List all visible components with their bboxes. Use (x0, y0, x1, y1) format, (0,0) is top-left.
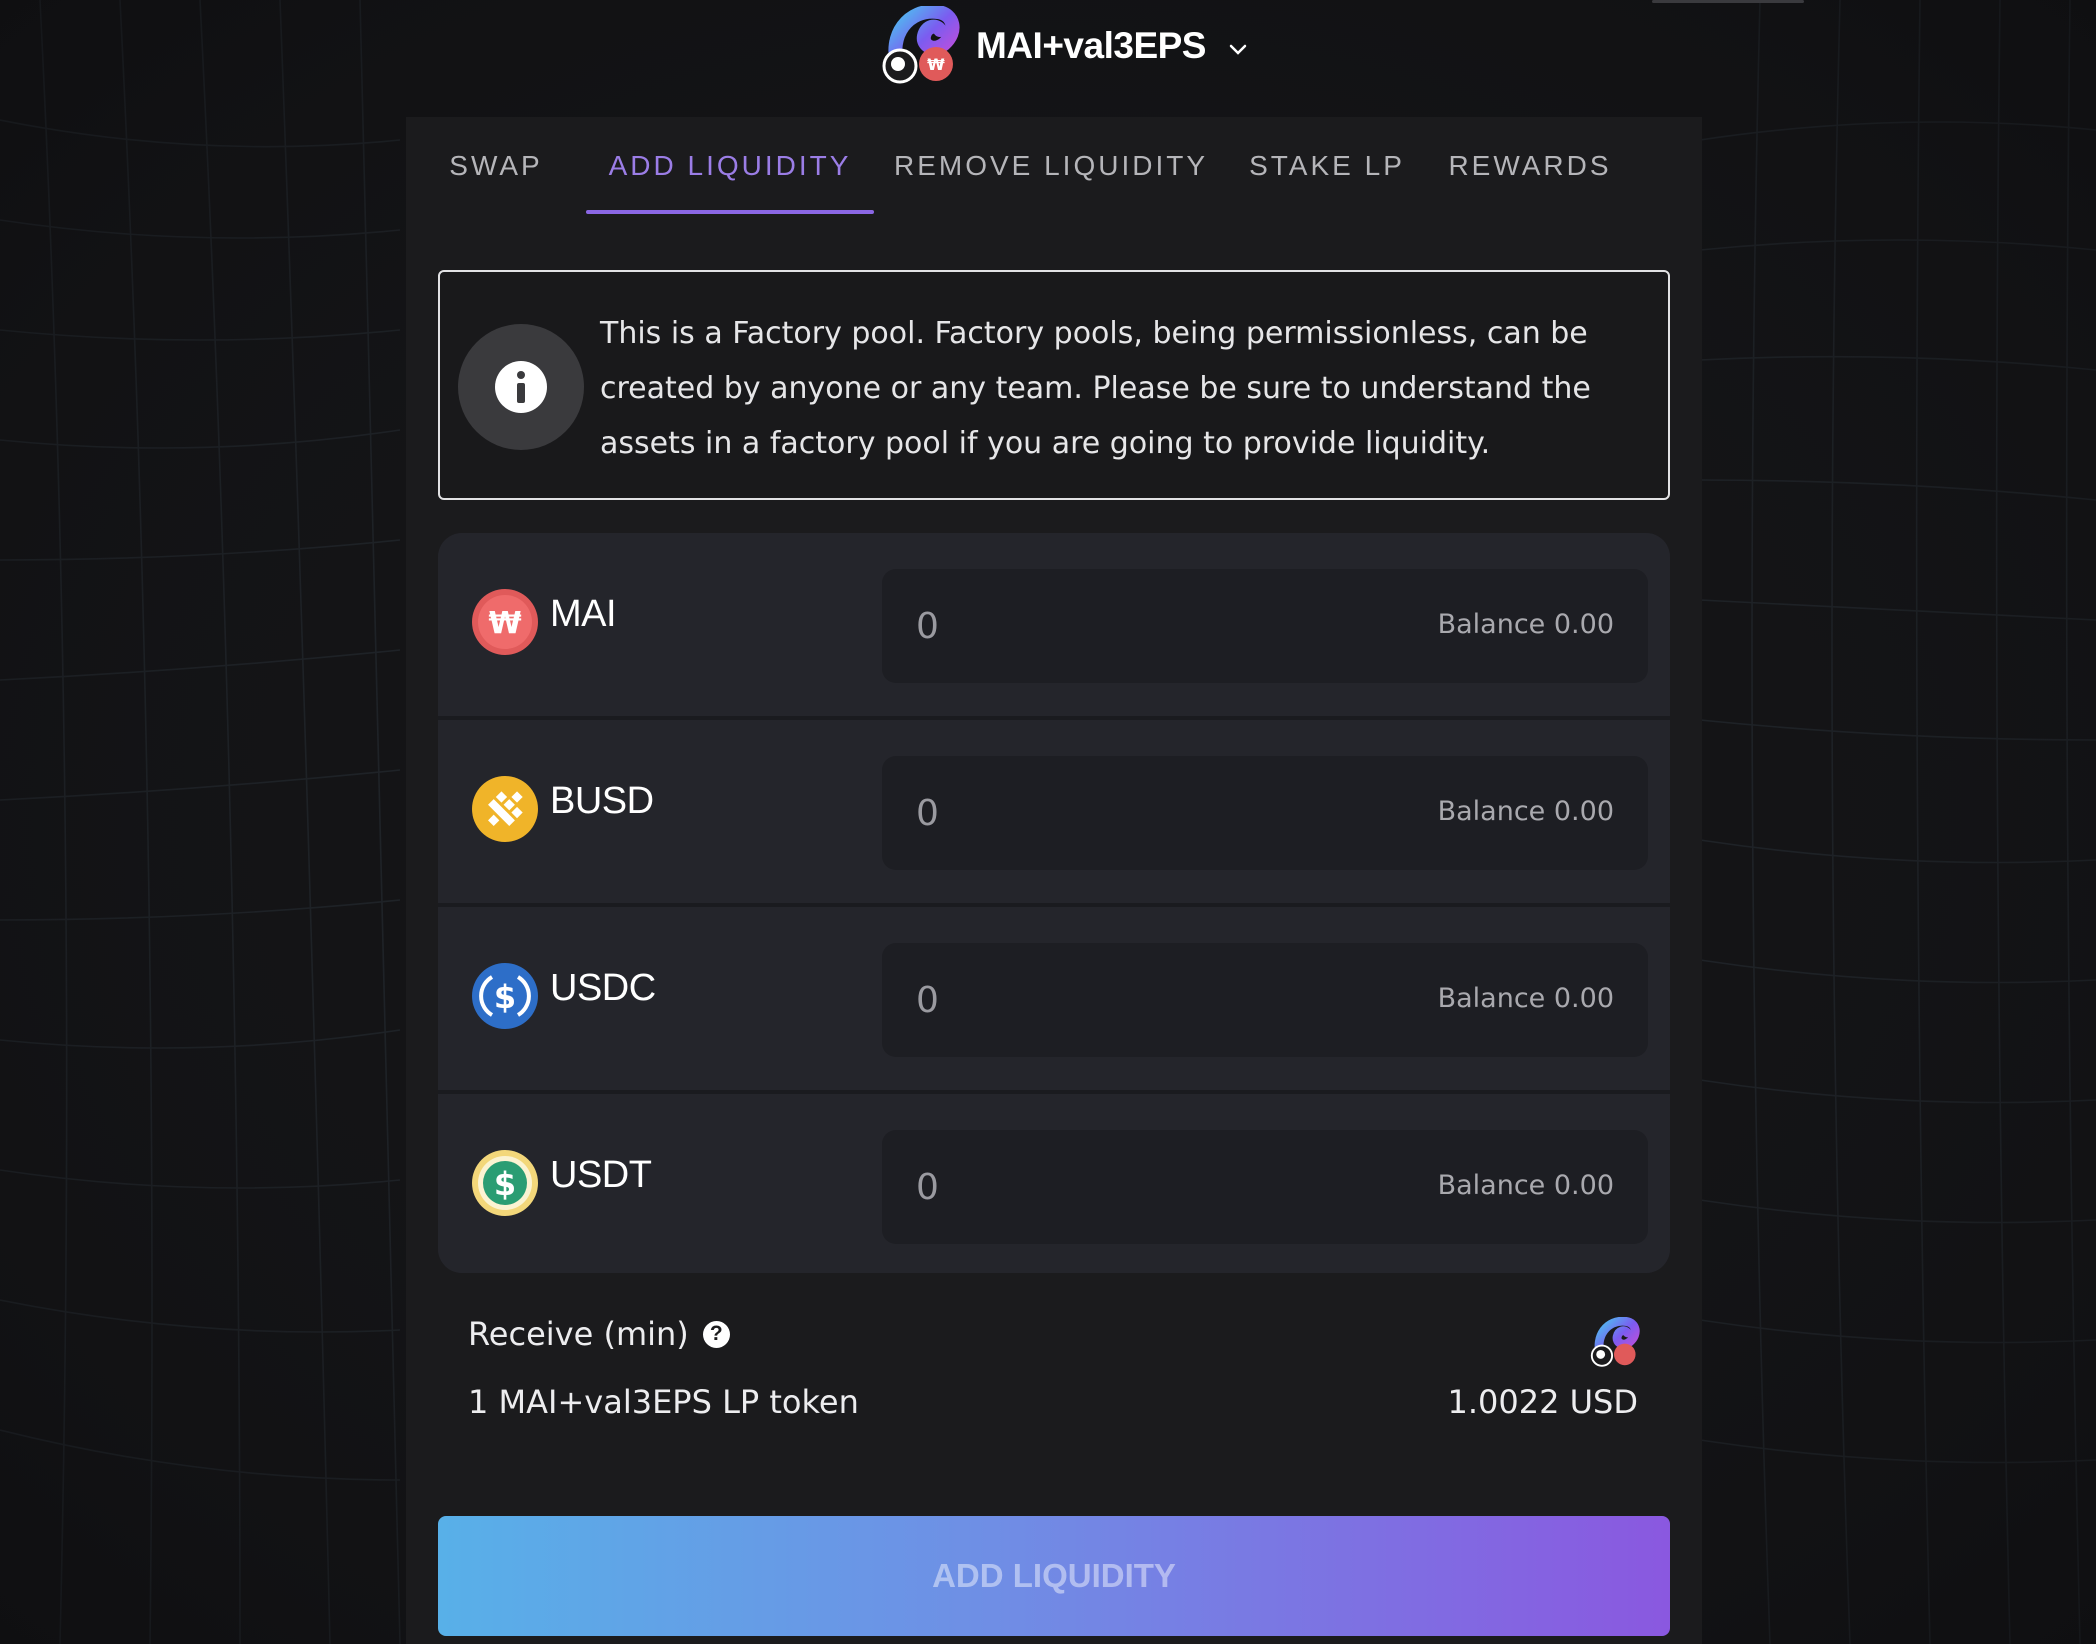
lp-token-icon (1590, 1317, 1640, 1367)
info-icon (458, 324, 584, 450)
tab-remove-liquidity[interactable]: REMOVE LIQUIDITY (886, 117, 1216, 215)
receive-label-text: Receive (min) (468, 1315, 689, 1353)
tab-stake-lp[interactable]: STAKE LP (1242, 117, 1412, 215)
token-symbol: MAI (550, 593, 617, 635)
amount-field-usdc[interactable]: Balance 0.00 (882, 943, 1648, 1057)
top-handle (1652, 0, 1804, 3)
usdt-icon: $ (472, 1150, 538, 1216)
token-row-usdt: $ USDT Balance 0.00 (438, 1094, 1670, 1273)
token-symbol: USDT (550, 1154, 652, 1196)
chevron-down-icon (1229, 44, 1247, 55)
notice-text: This is a Factory pool. Factory pools, b… (600, 316, 1591, 461)
svg-text:₩: ₩ (488, 606, 521, 641)
token-symbol: USDC (550, 967, 656, 1009)
amount-input-usdc[interactable] (916, 977, 1216, 1023)
token-symbol: BUSD (550, 780, 654, 822)
amount-input-mai[interactable] (916, 603, 1216, 649)
tab-bar: SWAP ADD LIQUIDITY REMOVE LIQUIDITY STAK… (406, 117, 1702, 215)
balance-label: Balance 0.00 (1437, 983, 1614, 1014)
add-liquidity-button[interactable]: ADD LIQUIDITY (438, 1516, 1670, 1636)
tab-swap[interactable]: SWAP (416, 117, 576, 215)
balance-label: Balance 0.00 (1437, 609, 1614, 640)
mai-val3eps-pool-icon: ₩ (878, 4, 960, 86)
receive-min-label: Receive (min) ? (468, 1315, 730, 1353)
token-row-mai: ₩ MAI Balance 0.00 (438, 533, 1670, 716)
busd-icon (472, 776, 538, 842)
amount-field-busd[interactable]: Balance 0.00 (882, 756, 1648, 870)
amount-input-usdt[interactable] (916, 1164, 1216, 1210)
svg-text:$: $ (494, 1165, 516, 1203)
usdc-icon: $ (472, 963, 538, 1029)
liquidity-panel: SWAP ADD LIQUIDITY REMOVE LIQUIDITY STAK… (406, 117, 1702, 1644)
token-row-busd: BUSD Balance 0.00 (438, 720, 1670, 903)
amount-field-mai[interactable]: Balance 0.00 (882, 569, 1648, 683)
mai-icon: ₩ (472, 589, 538, 655)
pool-selector[interactable]: ₩ MAI+val3EPS (878, 4, 1248, 86)
tab-rewards[interactable]: REWARDS (1440, 117, 1620, 215)
balance-label: Balance 0.00 (1437, 1170, 1614, 1201)
balance-label: Balance 0.00 (1437, 796, 1614, 827)
svg-text:₩: ₩ (927, 55, 945, 74)
svg-text:$: $ (494, 978, 516, 1016)
active-tab-indicator (586, 210, 874, 214)
token-inputs: ₩ MAI Balance 0.00 BUSD (438, 533, 1670, 1273)
help-icon[interactable]: ? (702, 1320, 730, 1348)
receive-usd-value: 1.0022 USD (1447, 1383, 1638, 1421)
amount-input-busd[interactable] (916, 790, 1216, 836)
amount-field-usdt[interactable]: Balance 0.00 (882, 1130, 1648, 1244)
token-row-usdc: $ USDC Balance 0.00 (438, 907, 1670, 1090)
receive-lp-amount: 1 MAI+val3EPS LP token (468, 1383, 859, 1421)
pool-name: MAI+val3EPS (976, 25, 1206, 66)
tab-add-liquidity[interactable]: ADD LIQUIDITY (586, 117, 874, 215)
factory-pool-notice: This is a Factory pool. Factory pools, b… (438, 270, 1670, 500)
